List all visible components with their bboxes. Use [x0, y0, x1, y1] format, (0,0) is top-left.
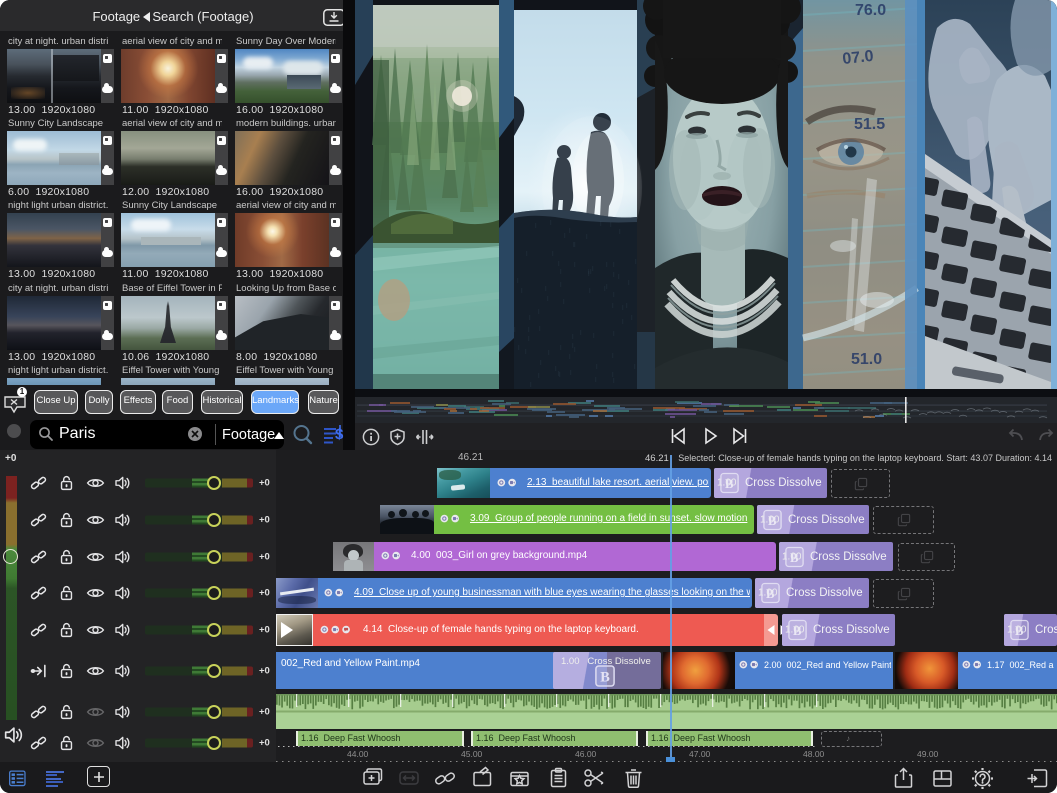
svg-text:51.5: 51.5 [854, 116, 885, 133]
svg-text:B: B [600, 669, 610, 685]
svg-text:B: B [766, 587, 775, 601]
svg-text:76.0: 76.0 [855, 2, 886, 19]
svg-text:07.0: 07.0 [842, 48, 875, 68]
svg-text:B: B [793, 624, 802, 638]
svg-text:B: B [790, 550, 799, 564]
svg-text:B: B [725, 477, 734, 491]
svg-text:B: B [768, 513, 777, 527]
svg-text:51.0: 51.0 [851, 351, 882, 368]
svg-text:B: B [1015, 624, 1024, 638]
